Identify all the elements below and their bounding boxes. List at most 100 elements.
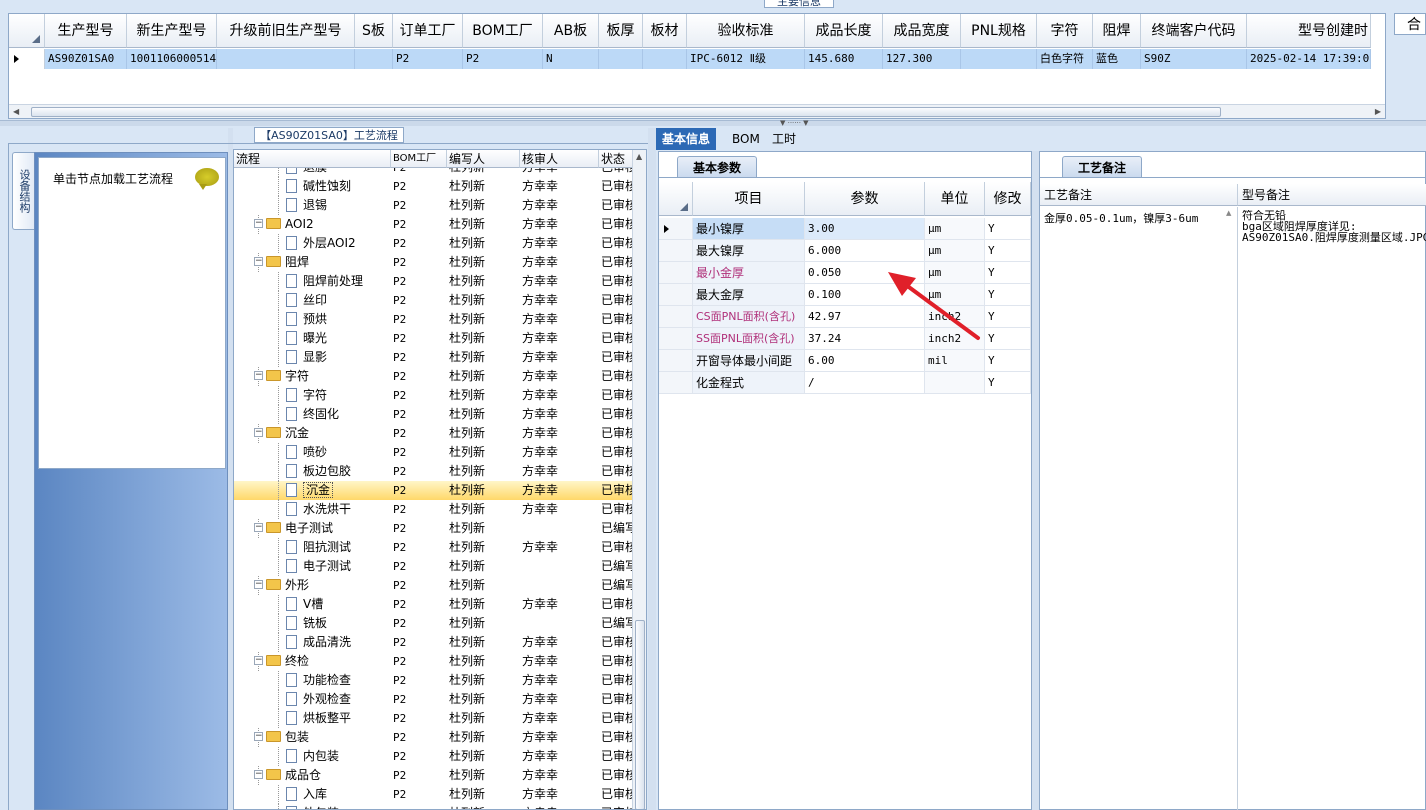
top-splitter[interactable]: ▼ ······ ▼ xyxy=(0,120,1426,127)
tree-node[interactable]: 电子测试 xyxy=(234,557,390,576)
column-header[interactable]: 成品宽度 xyxy=(883,14,961,48)
tree-row[interactable]: − 电子测试 P2 杜列新 已编写 xyxy=(234,519,632,538)
tree-node[interactable]: − AOI2 xyxy=(234,215,390,234)
scroll-left-icon[interactable]: ◀ xyxy=(13,107,19,116)
tree-node[interactable]: 外层AOI2 xyxy=(234,234,390,253)
tree-row[interactable]: − 终检 P2 杜列新 方幸幸 已审核 xyxy=(234,652,632,671)
column-header[interactable]: 参数 xyxy=(805,182,925,216)
table-cell[interactable]: 127.300 xyxy=(883,49,961,69)
tree-node[interactable]: − 阻焊 xyxy=(234,253,390,272)
tree-row[interactable]: 铣板 P2 杜列新 已编写 xyxy=(234,614,632,633)
tree-row[interactable]: 阻抗测试 P2 杜列新 方幸幸 已审核 xyxy=(234,538,632,557)
tree-row[interactable]: 烘板整平 P2 杜列新 方幸幸 已审核 xyxy=(234,709,632,728)
notes-tab[interactable]: 工艺备注 xyxy=(1062,156,1142,178)
tree-node[interactable]: − 外形 xyxy=(234,576,390,595)
table-cell[interactable]: 10011060005148 xyxy=(127,49,217,69)
tree-node[interactable]: 碱性蚀刻 xyxy=(234,177,390,196)
params-tab[interactable]: 基本参数 xyxy=(677,156,757,178)
tree-node[interactable]: 阻焊前处理 xyxy=(234,272,390,291)
process-vscrollbar[interactable]: ▲ xyxy=(632,150,646,809)
tab-work-hours[interactable]: 工时 xyxy=(766,128,802,150)
tree-node[interactable]: 水洗烘干 xyxy=(234,500,390,519)
tree-row[interactable]: 丝印 P2 杜列新 方幸幸 已审核 xyxy=(234,291,632,310)
tree-row[interactable]: 曝光 P2 杜列新 方幸幸 已审核 xyxy=(234,329,632,348)
tree-row[interactable]: 碱性蚀刻 P2 杜列新 方幸幸 已审核 xyxy=(234,177,632,196)
column-header[interactable]: 修改 xyxy=(985,182,1031,216)
tree-row[interactable]: 阻焊前处理 P2 杜列新 方幸幸 已审核 xyxy=(234,272,632,291)
column-header[interactable]: 验收标准 xyxy=(687,14,805,48)
tree-row[interactable]: 电子测试 P2 杜列新 已编写 xyxy=(234,557,632,576)
tree-row[interactable]: − 成品仓 P2 杜列新 方幸幸 已审核 xyxy=(234,766,632,785)
column-header[interactable]: 板厚 xyxy=(599,14,643,48)
main-grid[interactable]: 生产型号 新生产型号 升级前旧生产型号 S板 订单工厂 BOM工厂 AB板 板厚 板材 验收标准成… xyxy=(8,13,1386,119)
tree-row[interactable]: 预烘 P2 杜列新 方幸幸 已审核 xyxy=(234,310,632,329)
param-cell-value[interactable]: 6.00 xyxy=(805,350,925,371)
table-cell[interactable] xyxy=(217,49,355,69)
tree-node[interactable]: 入库 xyxy=(234,785,390,804)
column-header[interactable]: 编写人 xyxy=(447,150,520,168)
collapse-icon[interactable]: − xyxy=(254,770,263,779)
collapse-icon[interactable]: − xyxy=(254,371,263,380)
column-header[interactable]: 生产型号 xyxy=(45,14,127,48)
column-header[interactable]: 字符 xyxy=(1037,14,1093,48)
tree-row[interactable]: − AOI2 P2 杜列新 方幸幸 已审核 xyxy=(234,215,632,234)
column-header[interactable]: 升级前旧生产型号 xyxy=(217,14,355,48)
tree-row[interactable]: 显影 P2 杜列新 方幸幸 已审核 xyxy=(234,348,632,367)
process-tree-body[interactable]: 退膜P2杜列新方幸幸已审核碱性蚀刻P2杜列新方幸幸已审核退锡P2杜列新方幸幸已审… xyxy=(234,168,632,809)
tree-node[interactable]: 成品清洗 xyxy=(234,633,390,652)
tree-node[interactable]: 曝光 xyxy=(234,329,390,348)
param-row[interactable]: 化金程式 / Y xyxy=(659,372,1031,394)
column-header[interactable]: 型号创建时 xyxy=(1247,14,1371,48)
scroll-up-icon[interactable]: ▲ xyxy=(636,152,642,161)
column-header[interactable]: 新生产型号 xyxy=(127,14,217,48)
column-header[interactable]: PNL规格 xyxy=(961,14,1037,48)
tree-row[interactable]: 终固化 P2 杜列新 方幸幸 已审核 xyxy=(234,405,632,424)
tree-row[interactable]: − 外形 P2 杜列新 已编写 xyxy=(234,576,632,595)
collapse-icon[interactable]: − xyxy=(254,732,263,741)
tree-node[interactable]: 外观检查 xyxy=(234,690,390,709)
tree-row[interactable]: 外层AOI2 P2 杜列新 方幸幸 已审核 xyxy=(234,234,632,253)
tree-node[interactable]: − 终检 xyxy=(234,652,390,671)
collapse-icon[interactable]: − xyxy=(254,523,263,532)
table-cell[interactable] xyxy=(599,49,643,69)
tree-node[interactable]: − 包装 xyxy=(234,728,390,747)
tree-node[interactable]: 预烘 xyxy=(234,310,390,329)
tree-row[interactable]: 外包装 P2杜列新方幸幸已审核 xyxy=(234,804,632,809)
right-side-tab[interactable]: 合操 xyxy=(1394,13,1426,35)
tree-node[interactable]: 喷砂 xyxy=(234,443,390,462)
collapse-icon[interactable]: − xyxy=(254,580,263,589)
tree-node[interactable]: 退锡 xyxy=(234,196,390,215)
tree-node[interactable]: − 字符 xyxy=(234,367,390,386)
table-cell[interactable]: 白色字符 xyxy=(1037,49,1093,69)
collapse-icon[interactable]: − xyxy=(254,428,263,437)
column-header[interactable]: 流程 xyxy=(234,150,391,168)
param-row[interactable]: 最小镍厚 3.00 µm Y xyxy=(659,218,1031,240)
note-scroll-up-icon[interactable]: ▲ xyxy=(1226,209,1231,217)
tree-row[interactable]: − 包装 P2 杜列新 方幸幸 已审核 xyxy=(234,728,632,747)
table-cell[interactable]: 蓝色 xyxy=(1093,49,1141,69)
tree-row[interactable]: 沉金 P2 杜列新 方幸幸 已审核 xyxy=(234,481,632,500)
splitter-grip-icon[interactable]: ▼ ······ ▼ xyxy=(780,120,809,127)
column-header[interactable]: AB板 xyxy=(543,14,599,48)
tree-node[interactable]: 烘板整平 xyxy=(234,709,390,728)
param-cell-value[interactable]: 6.000 xyxy=(805,240,925,261)
tree-row[interactable]: 字符 P2 杜列新 方幸幸 已审核 xyxy=(234,386,632,405)
table-cell[interactable] xyxy=(961,49,1037,69)
tree-row[interactable]: − 阻焊 P2 杜列新 方幸幸 已审核 xyxy=(234,253,632,272)
tree-node[interactable]: 显影 xyxy=(234,348,390,367)
column-header[interactable]: BOM工厂 xyxy=(391,150,447,168)
mid-splitter[interactable] xyxy=(648,128,656,810)
tree-node[interactable]: 内包装 xyxy=(234,747,390,766)
table-cell[interactable]: 145.680 xyxy=(805,49,883,69)
tree-node[interactable]: 阻抗测试 xyxy=(234,538,390,557)
tree-node[interactable]: 功能检查 xyxy=(234,671,390,690)
table-cell[interactable]: AS90Z01SA0 xyxy=(45,49,127,69)
tree-node[interactable]: 沉金 xyxy=(234,481,390,500)
detail-tabbar[interactable]: 基本信息 BOM 工时 xyxy=(656,128,1426,150)
process-note-field[interactable]: 金厚0.05-0.1um，镍厚3-6um ▲ xyxy=(1040,207,1238,810)
column-header[interactable]: 阻焊 xyxy=(1093,14,1141,48)
collapse-icon[interactable]: − xyxy=(254,656,263,665)
scroll-thumb[interactable] xyxy=(635,620,645,809)
param-row[interactable]: 开窗导体最小间距 6.00 mil Y xyxy=(659,350,1031,372)
table-cell[interactable] xyxy=(643,49,687,69)
